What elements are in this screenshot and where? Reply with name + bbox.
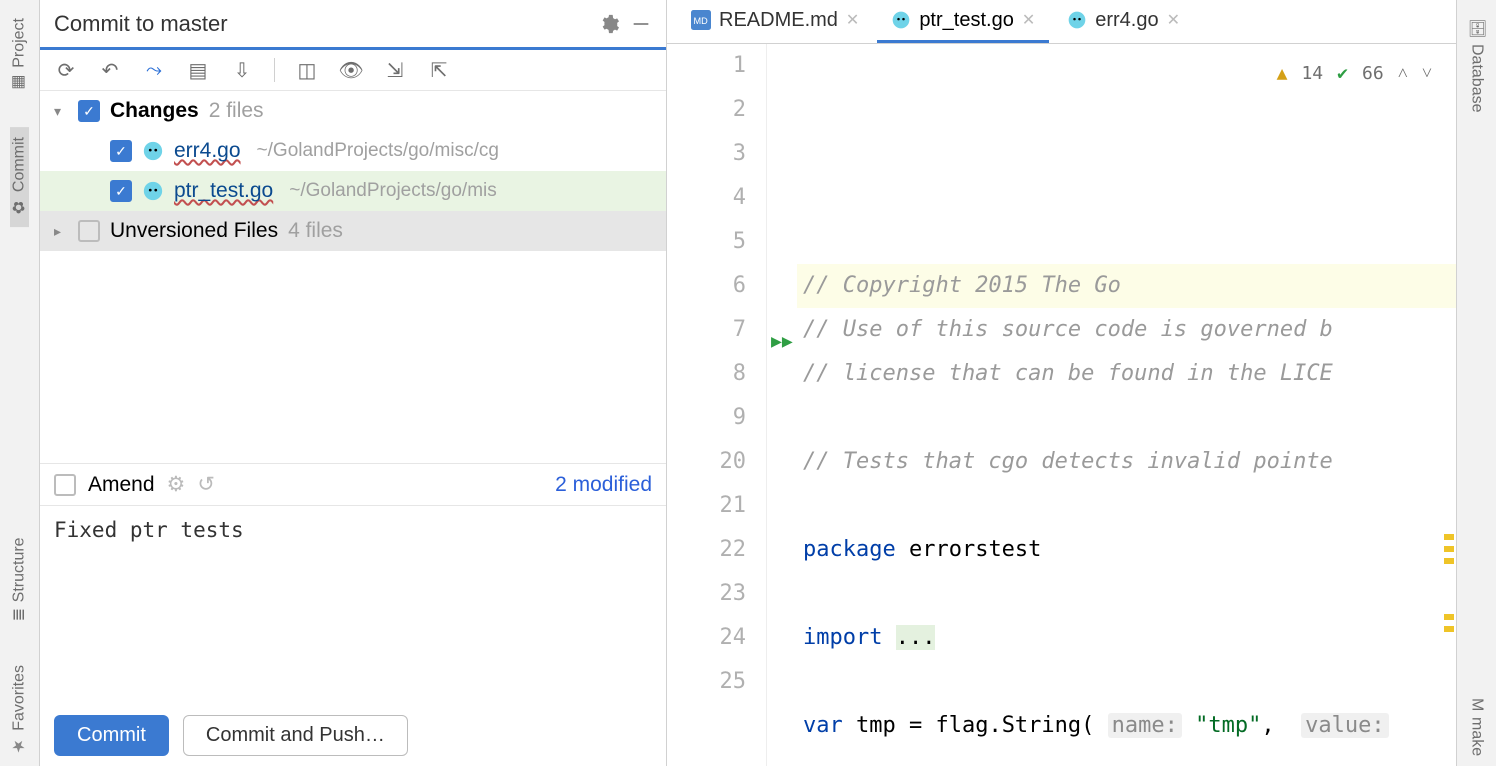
commit-and-push-button[interactable]: Commit and Push… — [183, 715, 408, 756]
run-gutter-icon[interactable]: ▶▶ — [771, 320, 793, 364]
file-name: err4.go — [174, 139, 241, 163]
commit-panel: Commit to master ⟳ ↶ ⤳ ▤ ⇩ ◫ 👁 ⇲ ⇱ ▾ ✓ C… — [40, 0, 667, 766]
commit-label: Commit — [11, 137, 29, 192]
make-icon: M — [1468, 698, 1486, 711]
file-row[interactable]: ✓ err4.go ~/GolandProjects/go/misc/cg — [40, 131, 666, 171]
amend-checkbox[interactable] — [54, 474, 76, 496]
close-icon[interactable]: ✕ — [846, 10, 859, 30]
star-icon: ★ — [10, 737, 29, 756]
diff-icon[interactable]: ▤ — [186, 58, 210, 82]
file-path: ~/GolandProjects/go/misc/cg — [257, 140, 499, 162]
tab-ptr-test[interactable]: ptr_test.go ✕ — [877, 0, 1049, 43]
close-icon[interactable]: ✕ — [1167, 10, 1180, 30]
line-gutter: 123456789202122232425 — [667, 44, 767, 766]
changes-count: 2 files — [209, 99, 264, 123]
minimize-icon[interactable] — [630, 13, 652, 35]
modified-link[interactable]: 2 modified — [555, 473, 652, 497]
changes-label: Changes — [110, 99, 199, 123]
right-tool-strip: 🗄 Database M make — [1456, 0, 1496, 766]
go-file-icon — [1067, 10, 1087, 30]
commit-tool-tab[interactable]: ✿ Commit — [10, 127, 29, 227]
commit-button[interactable]: Commit — [54, 715, 169, 756]
commit-panel-title: Commit to master — [54, 11, 228, 37]
favorites-tool-tab[interactable]: ★ Favorites — [10, 655, 29, 766]
unversioned-count: 4 files — [288, 219, 343, 243]
code-view[interactable]: ▲14 ✔66 ˄ ˅ // Copyright 2015 The Go// U… — [797, 44, 1456, 766]
collapse-icon[interactable]: ⇱ — [427, 58, 451, 82]
changes-checkbox[interactable]: ✓ — [78, 100, 100, 122]
project-tool-tab[interactable]: ▦ Project — [10, 8, 29, 103]
project-label: Project — [11, 18, 29, 68]
unversioned-group-row[interactable]: ▸ Unversioned Files 4 files — [40, 211, 666, 251]
file-name: ptr_test.go — [174, 179, 273, 203]
undo-icon[interactable]: ↶ — [98, 58, 122, 82]
file-row[interactable]: ✓ ptr_test.go ~/GolandProjects/go/mis — [40, 171, 666, 211]
file-checkbox[interactable]: ✓ — [110, 140, 132, 162]
warning-count: 14 — [1301, 52, 1323, 96]
scroll-marks — [1442, 44, 1456, 766]
changes-tree: ▾ ✓ Changes 2 files ✓ err4.go ~/GolandPr… — [40, 91, 666, 463]
database-tool-tab[interactable]: 🗄 Database — [1467, 8, 1486, 123]
commit-toolbar: ⟳ ↶ ⤳ ▤ ⇩ ◫ 👁 ⇲ ⇱ — [40, 50, 666, 91]
tab-label: err4.go — [1095, 9, 1158, 32]
shelve-icon[interactable]: ⇩ — [230, 58, 254, 82]
commit-panel-header: Commit to master — [40, 0, 666, 50]
unversioned-checkbox[interactable] — [78, 220, 100, 242]
make-label: make — [1468, 717, 1486, 756]
go-file-icon — [142, 140, 164, 162]
file-path: ~/GolandProjects/go/mis — [289, 180, 497, 202]
group-icon[interactable]: ◫ — [295, 58, 319, 82]
database-icon: 🗄 — [1467, 18, 1486, 38]
gutter-marks: ▶▶ — [767, 44, 797, 766]
ok-icon: ✔ — [1337, 52, 1348, 96]
make-tool-tab[interactable]: M make — [1468, 688, 1486, 766]
svg-text:MD: MD — [694, 16, 709, 26]
refresh-icon[interactable]: ⟳ — [54, 58, 78, 82]
editor-tabs: MD README.md ✕ ptr_test.go ✕ err4.go ✕ — [667, 0, 1456, 44]
left-tool-strip: ▦ Project ✿ Commit ≣ Structure ★ Favorit… — [0, 0, 40, 766]
gear-icon[interactable]: ⚙ — [167, 472, 186, 497]
project-icon: ▦ — [10, 74, 29, 93]
markdown-file-icon: MD — [691, 10, 711, 30]
history-icon[interactable]: ↺ — [197, 472, 215, 497]
tab-readme[interactable]: MD README.md ✕ — [677, 0, 873, 43]
changes-group-row[interactable]: ▾ ✓ Changes 2 files — [40, 91, 666, 131]
editor-body[interactable]: 123456789202122232425 ▶▶ ▲14 ✔66 ˄ ˅ // … — [667, 44, 1456, 766]
commit-buttons: Commit Commit and Push… — [40, 705, 666, 766]
commit-message-text: Fixed ptr tests — [54, 518, 244, 542]
ok-count: 66 — [1362, 52, 1384, 96]
tab-label: README.md — [719, 9, 838, 32]
structure-icon: ≣ — [10, 608, 29, 621]
amend-label: Amend — [88, 473, 155, 497]
tab-err4[interactable]: err4.go ✕ — [1053, 0, 1194, 43]
editor-area: MD README.md ✕ ptr_test.go ✕ err4.go ✕ 1… — [667, 0, 1456, 766]
unversioned-label: Unversioned Files — [110, 219, 278, 243]
go-file-icon — [891, 10, 911, 30]
favorites-label: Favorites — [11, 665, 29, 731]
amend-bar: Amend ⚙ ↺ 2 modified — [40, 463, 666, 505]
preview-icon[interactable]: 👁 — [339, 58, 363, 82]
structure-tool-tab[interactable]: ≣ Structure — [10, 527, 29, 631]
toolbar-separator — [274, 58, 275, 82]
gear-icon[interactable] — [598, 13, 620, 35]
chevron-down-icon[interactable]: ▾ — [54, 103, 68, 120]
file-checkbox[interactable]: ✓ — [110, 180, 132, 202]
chevron-right-icon[interactable]: ▸ — [54, 223, 68, 240]
tab-label: ptr_test.go — [919, 9, 1014, 32]
rebase-icon[interactable]: ⤳ — [142, 58, 166, 82]
expand-icon[interactable]: ⇲ — [383, 58, 407, 82]
inspection-badges[interactable]: ▲ 14 ✔ 66 ˄ ˅ — [1277, 52, 1432, 96]
warning-icon: ▲ — [1277, 52, 1288, 96]
database-label: Database — [1468, 44, 1486, 113]
chevron-up-icon[interactable]: ˄ — [1398, 52, 1408, 96]
commit-message-input[interactable]: Fixed ptr tests — [40, 505, 666, 705]
go-file-icon — [142, 180, 164, 202]
structure-label: Structure — [11, 537, 29, 602]
close-icon[interactable]: ✕ — [1022, 10, 1035, 30]
chevron-down-icon[interactable]: ˅ — [1422, 52, 1432, 96]
commit-icon: ✿ — [10, 198, 29, 217]
